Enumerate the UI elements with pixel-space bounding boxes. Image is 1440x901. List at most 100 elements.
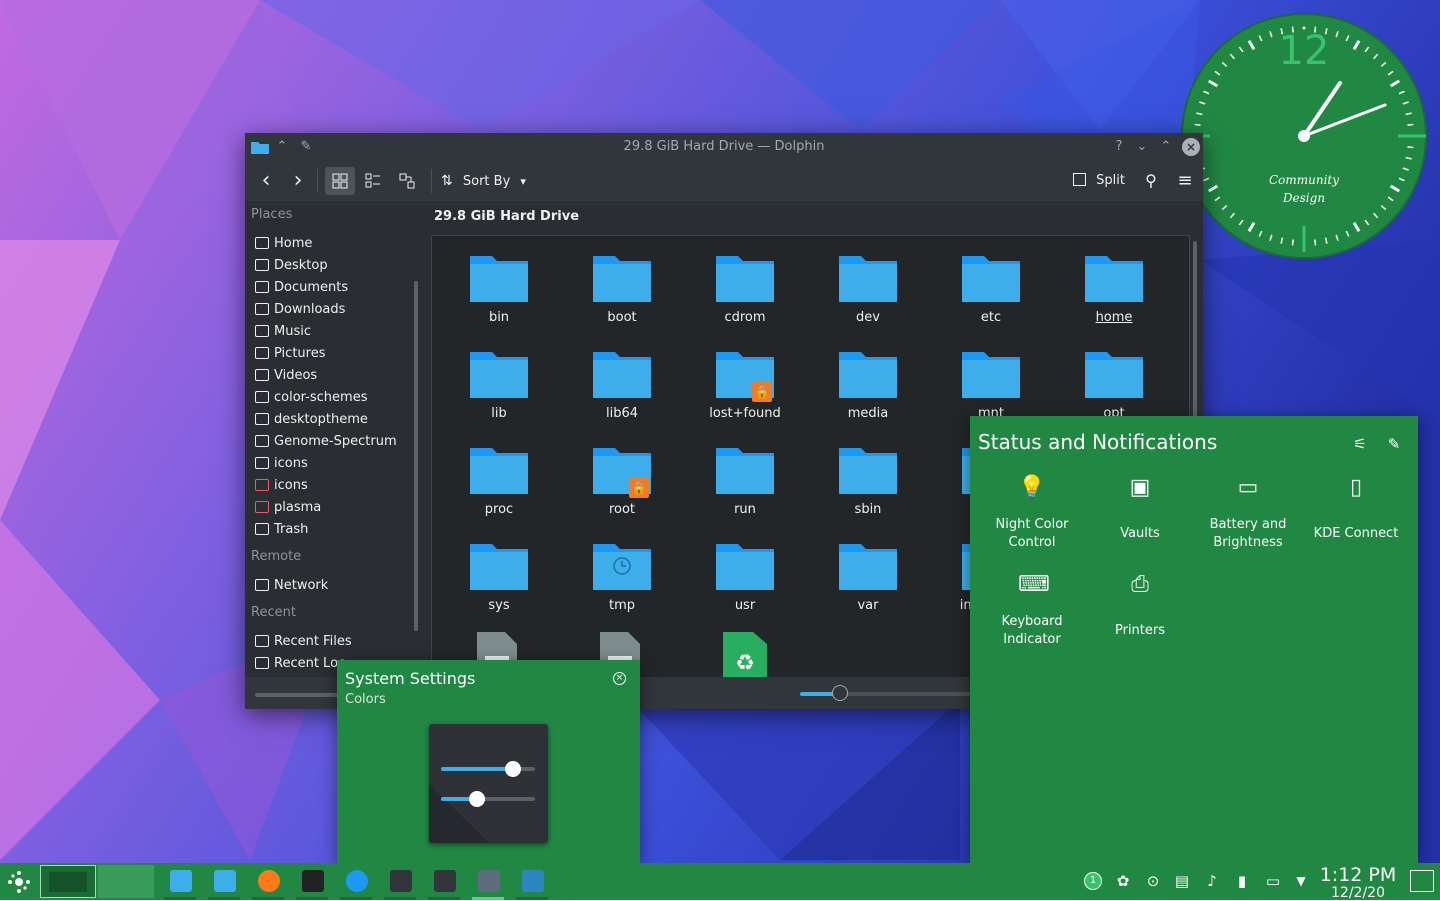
sidebar-item[interactable]: Desktop	[255, 255, 328, 277]
clipboard-icon[interactable]: ▤	[1172, 871, 1192, 891]
sidebar-item[interactable]: icons	[255, 453, 308, 475]
tray-applet-label: KDE Connect	[1313, 526, 1399, 541]
folder-item[interactable]: boot	[567, 242, 677, 334]
folder-item[interactable]: media	[813, 338, 923, 430]
folder-item[interactable]: var	[813, 530, 923, 622]
folder-item[interactable]: usr	[690, 530, 800, 622]
task-system-settings[interactable]	[468, 863, 508, 900]
compact-view-button[interactable]	[361, 167, 385, 195]
recycle-file-icon[interactable]: ♻	[723, 632, 767, 679]
folder-item[interactable]: lib64	[567, 338, 677, 430]
device-notifier-icon[interactable]: ▮	[1232, 871, 1252, 891]
folder-item[interactable]: bin	[444, 242, 554, 334]
folder-name: media	[847, 406, 889, 421]
maximize-icon[interactable]: ⌃	[1157, 138, 1175, 156]
desktop-icon	[255, 259, 269, 271]
task-firefox[interactable]	[248, 863, 288, 900]
zoom-slider-handle[interactable]	[832, 685, 848, 701]
trash-icon	[255, 523, 269, 535]
pager-window-thumb	[49, 872, 87, 892]
folder-name: lib	[491, 406, 507, 421]
folder-item[interactable]: home	[1059, 242, 1169, 334]
folder-item[interactable]: etc	[936, 242, 1046, 334]
folder-item[interactable]: tmp	[567, 530, 677, 622]
folder-icon	[593, 352, 651, 398]
folder-item[interactable]: 🔒 lost+found	[690, 338, 800, 430]
folder-item[interactable]: cdrom	[690, 242, 800, 334]
sidebar-item[interactable]: Music	[255, 321, 311, 343]
sidebar-item[interactable]: Recent Files	[255, 631, 352, 653]
close-icon[interactable]: ×	[1182, 138, 1200, 156]
split-button[interactable]: Split	[1073, 167, 1129, 195]
pager-desktop-1[interactable]	[40, 865, 96, 898]
task-dolphin[interactable]	[160, 863, 200, 900]
pager-desktop-2[interactable]	[98, 865, 154, 898]
folder-item[interactable]: proc	[444, 434, 554, 526]
folder-item[interactable]: 🔒 root	[567, 434, 677, 526]
status-and-notifications-popup[interactable]: Status and Notifications ⚟ ✎ 💡 Night Colo…	[970, 416, 1418, 863]
sidebar-item[interactable]: Pictures	[255, 343, 325, 365]
lock-emblem-icon: 🔒	[629, 478, 649, 498]
tray-applet-item[interactable]: ⌨ Keyboard Indicator	[978, 571, 1086, 651]
tray-applet-item[interactable]: ▣ Vaults	[1086, 474, 1194, 554]
task-discover[interactable]	[336, 863, 376, 900]
task-spectacle[interactable]	[512, 863, 552, 900]
tray-expand-arrow-icon[interactable]: ▼	[1291, 871, 1311, 891]
vault-icon[interactable]: ⊙	[1143, 871, 1163, 891]
close-icon[interactable]: ×	[613, 672, 626, 685]
network-icon[interactable]: ▭	[1263, 871, 1283, 891]
sidebar-item[interactable]: Home	[255, 233, 312, 255]
back-button[interactable]: ‹	[255, 167, 277, 195]
task-konsole[interactable]	[380, 863, 420, 900]
sidebar-item[interactable]: Videos	[255, 365, 317, 387]
help-icon[interactable]: ?	[1110, 138, 1128, 156]
sidebar-item[interactable]: Genome-Spectrum	[255, 431, 397, 453]
tray-applet-item[interactable]: 💡 Night Color Control	[978, 474, 1086, 554]
system-settings-notification[interactable]: System Settings Colors ×	[337, 660, 640, 863]
search-button[interactable]: ⚲	[1139, 167, 1163, 195]
folder-item[interactable]: sbin	[813, 434, 923, 526]
folder-item[interactable]: run	[690, 434, 800, 526]
recent-files-icon	[255, 635, 269, 647]
show-desktop-button[interactable]	[1410, 870, 1434, 892]
application-launcher-button[interactable]	[6, 869, 32, 895]
folder-item[interactable]: sys	[444, 530, 554, 622]
volume-icon[interactable]: ♪	[1202, 871, 1222, 891]
tray-applet-item[interactable]: ⎙ Printers	[1086, 571, 1194, 651]
menu-button[interactable]: ≡	[1173, 167, 1197, 195]
forward-button[interactable]: ›	[287, 167, 309, 195]
vault-icon: ▣	[1129, 475, 1151, 500]
sidebar-item[interactable]: Documents	[255, 277, 348, 299]
notification-count-badge[interactable]: 1	[1084, 872, 1102, 890]
details-view-button[interactable]	[395, 167, 419, 195]
folder-icon	[839, 352, 897, 398]
window-title: 29.8 GiB Hard Drive — Dolphin	[623, 139, 825, 154]
window-titlebar[interactable]: ⌃ ✎ 29.8 GiB Hard Drive — Dolphin ? ⌄ ⌃ …	[245, 133, 1203, 161]
sidebar-item[interactable]: desktoptheme	[255, 409, 368, 431]
night-color-icon[interactable]: ✿	[1113, 871, 1133, 891]
sort-by-button[interactable]: ⇅ Sort By ▾	[441, 167, 536, 195]
digital-clock[interactable]: 1:12 PM 12/2/20	[1318, 865, 1398, 901]
sidebar-item[interactable]: Network	[255, 575, 328, 597]
analog-clock-widget[interactable]: 12 Community Design	[1180, 12, 1428, 260]
configure-icon[interactable]: ⚟	[1350, 434, 1370, 454]
sidebar-item[interactable]: Trash	[255, 519, 308, 541]
sidebar-item[interactable]: icons	[255, 475, 308, 497]
task-inkscape[interactable]	[292, 863, 332, 900]
task-konsole[interactable]	[424, 863, 464, 900]
tray-applet-item[interactable]: ▭ Battery and Brightness	[1194, 474, 1302, 554]
pin-icon[interactable]: ✎	[1384, 434, 1404, 454]
tray-applet-item[interactable]: ▯ KDE Connect	[1302, 474, 1410, 554]
folder-item[interactable]: dev	[813, 242, 923, 334]
icons-view-button[interactable]	[325, 167, 355, 195]
sidebar-item[interactable]: color-schemes	[255, 387, 367, 409]
sidebar-item[interactable]: plasma	[255, 497, 321, 519]
folder-item[interactable]: lib	[444, 338, 554, 430]
svg-text:♻: ♻	[735, 651, 755, 676]
sidebar-item[interactable]: Downloads	[255, 299, 345, 321]
keyboard-icon: ⌨	[1018, 572, 1050, 597]
task-dolphin[interactable]	[204, 863, 244, 900]
folder-name: tmp	[608, 598, 635, 613]
minimize-icon[interactable]: ⌄	[1133, 138, 1151, 156]
sidebar-item[interactable]: Recent Loc	[255, 653, 345, 675]
